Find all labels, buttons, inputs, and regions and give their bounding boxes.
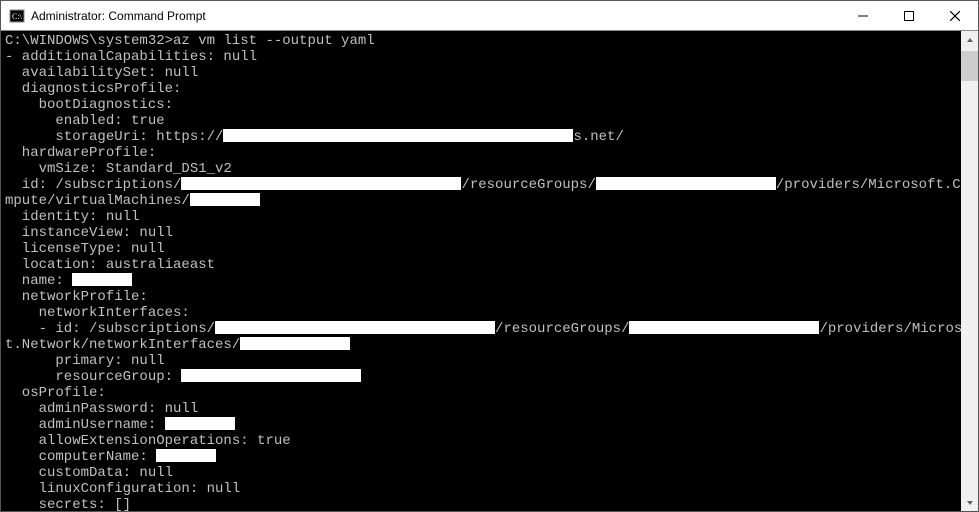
redacted bbox=[223, 129, 573, 142]
redacted bbox=[181, 177, 461, 190]
cmd-icon: C:\ bbox=[9, 8, 25, 24]
output-line: /resourceGroups/ bbox=[495, 321, 629, 337]
terminal-output[interactable]: C:\WINDOWS\system32>az vm list --output … bbox=[1, 31, 961, 511]
scroll-up-button[interactable] bbox=[961, 31, 978, 48]
output-line: t.Network/networkInterfaces/ bbox=[5, 337, 240, 353]
output-line: allowExtensionOperations: true bbox=[5, 433, 291, 449]
output-line: resourceGroup: bbox=[5, 369, 181, 385]
output-line: customData: null bbox=[5, 465, 173, 481]
output-line: diagnosticsProfile: bbox=[5, 81, 181, 97]
vertical-scrollbar[interactable] bbox=[961, 31, 978, 511]
scroll-down-button[interactable] bbox=[961, 494, 978, 511]
window-controls bbox=[840, 1, 978, 30]
window-title: Administrator: Command Prompt bbox=[31, 9, 840, 23]
redacted bbox=[156, 449, 216, 462]
output-line: /resourceGroups/ bbox=[461, 177, 595, 193]
output-line: networkProfile: bbox=[5, 289, 148, 305]
redacted bbox=[629, 321, 819, 334]
scroll-thumb[interactable] bbox=[961, 51, 978, 81]
redacted bbox=[165, 417, 235, 430]
output-line: - additionalCapabilities: null bbox=[5, 49, 257, 65]
output-line: secrets: [] bbox=[5, 497, 131, 511]
output-line: linuxConfiguration: null bbox=[5, 481, 240, 497]
output-line: - id: /subscriptions/ bbox=[5, 321, 215, 337]
prompt: C:\WINDOWS\system32> bbox=[5, 33, 173, 49]
output-line: id: /subscriptions/ bbox=[5, 177, 181, 193]
output-line: /providers/Microsof bbox=[819, 321, 961, 337]
output-line: adminPassword: null bbox=[5, 401, 198, 417]
output-line: hardwareProfile: bbox=[5, 145, 156, 161]
output-line: s.net/ bbox=[573, 129, 623, 145]
redacted bbox=[190, 193, 260, 206]
minimize-button[interactable] bbox=[840, 1, 886, 30]
output-line: networkInterfaces: bbox=[5, 305, 190, 321]
titlebar[interactable]: C:\ Administrator: Command Prompt bbox=[1, 1, 978, 31]
redacted bbox=[596, 177, 776, 190]
redacted bbox=[72, 273, 132, 286]
redacted bbox=[181, 369, 361, 382]
close-button[interactable] bbox=[932, 1, 978, 30]
output-line: computerName: bbox=[5, 449, 156, 465]
output-line: availabilitySet: null bbox=[5, 65, 198, 81]
command: az vm list --output yaml bbox=[173, 33, 375, 49]
output-line: name: bbox=[5, 273, 72, 289]
output-line: osProfile: bbox=[5, 385, 106, 401]
svg-text:C:\: C:\ bbox=[12, 12, 23, 21]
output-line: adminUsername: bbox=[5, 417, 165, 433]
redacted bbox=[240, 337, 350, 350]
output-line: location: australiaeast bbox=[5, 257, 215, 273]
terminal-area: C:\WINDOWS\system32>az vm list --output … bbox=[1, 31, 978, 511]
output-line: vmSize: Standard_DS1_v2 bbox=[5, 161, 232, 177]
output-line: bootDiagnostics: bbox=[5, 97, 173, 113]
output-line: storageUri: https:// bbox=[5, 129, 223, 145]
redacted bbox=[215, 321, 495, 334]
maximize-button[interactable] bbox=[886, 1, 932, 30]
output-line: licenseType: null bbox=[5, 241, 165, 257]
output-line: enabled: true bbox=[5, 113, 165, 129]
output-line: primary: null bbox=[5, 353, 165, 369]
output-line: /providers/Microsoft.Co bbox=[776, 177, 961, 193]
cmd-window: C:\ Administrator: Command Prompt C:\WIN… bbox=[0, 0, 979, 512]
output-line: instanceView: null bbox=[5, 225, 173, 241]
output-line: identity: null bbox=[5, 209, 139, 225]
output-line: mpute/virtualMachines/ bbox=[5, 193, 190, 209]
